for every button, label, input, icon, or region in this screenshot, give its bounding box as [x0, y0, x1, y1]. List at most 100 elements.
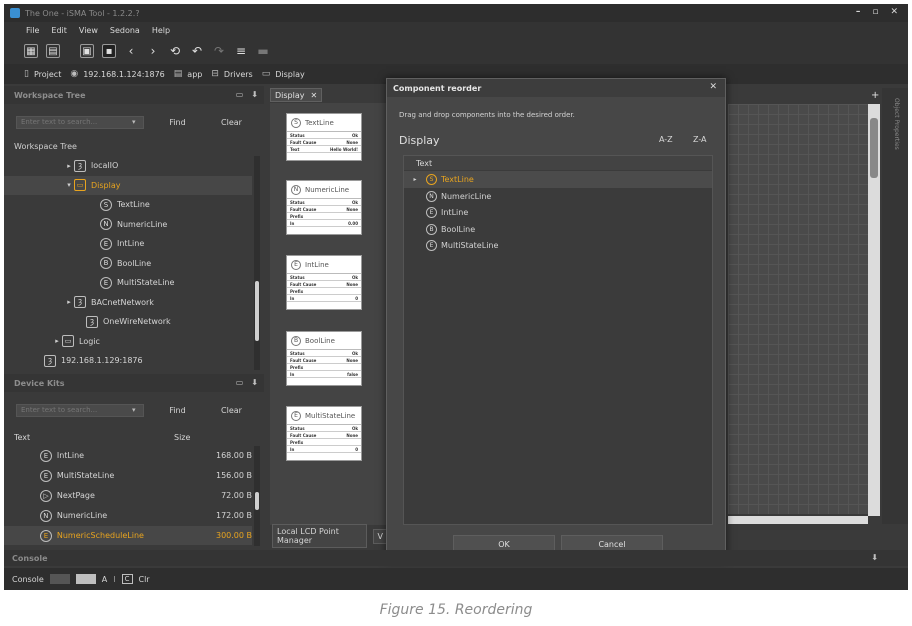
display-card[interactable]: N NumericLine Status Ok Fault Cause None Prefi… — [286, 180, 362, 235]
kits-search-input[interactable] — [16, 403, 144, 417]
save-icon[interactable]: ▤ — [46, 44, 60, 58]
console-clear-button[interactable]: Clr — [139, 575, 150, 584]
kits-find-button[interactable]: Find — [154, 406, 202, 415]
workspace-find-button[interactable]: Find — [154, 118, 202, 127]
pin-icon[interactable]: ⬇ — [251, 90, 258, 99]
reorder-item[interactable]: E IntLine — [404, 204, 712, 221]
workspace-scrollbar[interactable] — [254, 156, 260, 370]
object-properties-strip[interactable]: Object Properties — [882, 88, 908, 524]
breadcrumb-drivers[interactable]: Drivers — [224, 70, 253, 79]
new-project-icon[interactable]: ▦ — [24, 44, 38, 58]
tab-close-icon[interactable]: ✕ — [311, 91, 318, 100]
grid-scroll-thumb[interactable] — [870, 118, 878, 178]
sort-za-button[interactable]: Z-A — [693, 135, 707, 144]
kit-row[interactable]: E NumericScheduleLine 300.00 B — [4, 526, 252, 545]
card-slot-row: In 0 — [287, 295, 361, 302]
display-card[interactable]: S TextLine Status Ok Fault Cause None Text Hell… — [286, 113, 362, 161]
kits-clear-button[interactable]: Clear — [208, 406, 256, 415]
reorder-item[interactable]: E MultiStateLine — [404, 237, 712, 254]
menu-file[interactable]: File — [26, 26, 39, 35]
card-slot-name: Fault Cause — [290, 140, 317, 145]
tree-item-label: 192.168.1.129:1876 — [61, 356, 143, 365]
breadcrumb-device[interactable]: 192.168.1.124:1876 — [83, 70, 165, 79]
kit-row[interactable]: E MultiStateLine 156.00 B — [4, 466, 252, 485]
forward-icon[interactable]: › — [146, 44, 160, 58]
close-window-icon[interactable]: ✕ — [890, 7, 898, 17]
tree-item-2[interactable]: S TextLine — [4, 195, 252, 214]
dark-window-icon[interactable]: ▪ — [102, 44, 116, 58]
kits-col-size[interactable]: Size — [174, 433, 190, 442]
kits-chevron-down-icon[interactable]: ▾ — [132, 406, 136, 414]
reorder-item[interactable]: N NumericLine — [404, 188, 712, 205]
kit-name: NumericLine — [56, 511, 108, 520]
display-card[interactable]: E IntLine Status Ok Fault Cause None Prefix In 0 — [286, 255, 362, 310]
expander-icon[interactable]: ▾ — [64, 181, 74, 189]
tree-item-3[interactable]: N NumericLine — [4, 215, 252, 234]
layout-icon[interactable]: ▣ — [80, 44, 94, 58]
expander-icon[interactable]: ▸ — [64, 298, 74, 306]
breadcrumb-project[interactable]: Project — [34, 70, 61, 79]
kit-row[interactable]: ▷ NextPage 72.00 B — [4, 486, 252, 505]
reorder-item[interactable]: ▸ S TextLine — [404, 171, 712, 188]
kits-maximize-icon[interactable]: ▭ — [236, 378, 244, 387]
workspace-search-input[interactable] — [16, 115, 144, 129]
menu-view[interactable]: View — [79, 26, 98, 35]
tree-item-1[interactable]: ▾ ▭ Display — [4, 175, 252, 195]
card-title: N NumericLine — [287, 181, 361, 199]
display-card[interactable]: B BoolLine Status Ok Fault Cause None Prefix In… — [286, 331, 362, 386]
app-icon: ▤ — [173, 69, 183, 79]
history-icon[interactable]: ⟲ — [168, 44, 182, 58]
tree-item-10[interactable]: Ȝ 192.168.1.129:1876 — [4, 351, 252, 370]
tree-item-4[interactable]: E IntLine — [4, 234, 252, 253]
minimize-icon[interactable]: – — [856, 7, 861, 17]
tree-item-7[interactable]: ▸ Ȝ BACnetNetwork — [4, 293, 252, 312]
menu-sedona[interactable]: Sedona — [110, 26, 140, 35]
console-input[interactable] — [49, 574, 70, 584]
undo-icon[interactable]: ↶ — [190, 44, 204, 58]
tree-item-5[interactable]: B BoolLine — [4, 254, 252, 273]
tree-item-0[interactable]: ▸ ȜlocalIO — [4, 156, 252, 175]
tab-local-lcd-point-manager[interactable]: Local LCD Point Manager — [272, 524, 367, 548]
breadcrumb-display[interactable]: Display — [275, 70, 305, 79]
kits-scroll-thumb[interactable] — [255, 492, 259, 510]
console-pin-icon[interactable]: ⬇ — [871, 553, 878, 562]
kits-scrollbar[interactable] — [254, 446, 260, 546]
redo-icon[interactable]: ↷ — [212, 44, 226, 58]
workspace-clear-button[interactable]: Clear — [208, 118, 256, 127]
kits-pin-icon[interactable]: ⬇ — [251, 378, 258, 387]
reorder-item[interactable]: B BoolLine — [404, 221, 712, 238]
breadcrumb-app[interactable]: app — [187, 70, 202, 79]
menu-edit[interactable]: Edit — [51, 26, 67, 35]
sort-az-button[interactable]: A-Z — [659, 135, 673, 144]
kits-col-text[interactable]: Text — [4, 433, 174, 442]
grid-horizontal-scrollbar[interactable] — [728, 516, 868, 524]
add-icon[interactable]: + — [871, 90, 879, 101]
maximize-icon[interactable]: ▫ — [872, 7, 878, 17]
device-icon[interactable]: ▬ — [256, 44, 270, 58]
workspace-scroll-thumb[interactable] — [255, 281, 259, 341]
console-color-swatch[interactable] — [75, 574, 96, 584]
chevron-down-icon[interactable]: ▾ — [132, 118, 136, 126]
tree-item-8[interactable]: Ȝ OneWireNetwork — [4, 312, 252, 331]
grid-vertical-scrollbar[interactable] — [868, 104, 880, 516]
expander-icon[interactable]: ▸ — [52, 337, 62, 345]
wiresheet-grid[interactable] — [728, 104, 868, 514]
reorder-item-label: MultiStateLine — [441, 241, 499, 250]
kit-row[interactable]: E IntLine 168.00 B — [4, 446, 252, 465]
expander-icon[interactable]: ▸ — [64, 162, 74, 170]
menu-help[interactable]: Help — [152, 26, 170, 35]
console-c-icon[interactable]: C — [121, 574, 133, 584]
display-card[interactable]: E MultiStateLine Status Ok Fault Cause None Pr… — [286, 406, 362, 461]
list-icon[interactable]: ≡ — [234, 44, 248, 58]
tree-item-6[interactable]: E MultiStateLine — [4, 273, 252, 292]
tab-display[interactable]: Display ✕ — [270, 88, 322, 102]
back-icon[interactable]: ‹ — [124, 44, 138, 58]
console-font-a[interactable]: A — [102, 575, 107, 584]
dialog-close-icon[interactable]: ✕ — [709, 82, 717, 92]
maximize-panel-icon[interactable]: ▭ — [236, 90, 244, 99]
kit-row[interactable]: N NumericLine 172.00 B — [4, 506, 252, 525]
object-properties-label[interactable]: Object Properties — [890, 98, 900, 150]
display-canvas[interactable] — [270, 103, 388, 525]
tree-item-label: Logic — [79, 336, 100, 346]
tree-item-9[interactable]: ▸ ▭ Logic — [4, 332, 252, 351]
